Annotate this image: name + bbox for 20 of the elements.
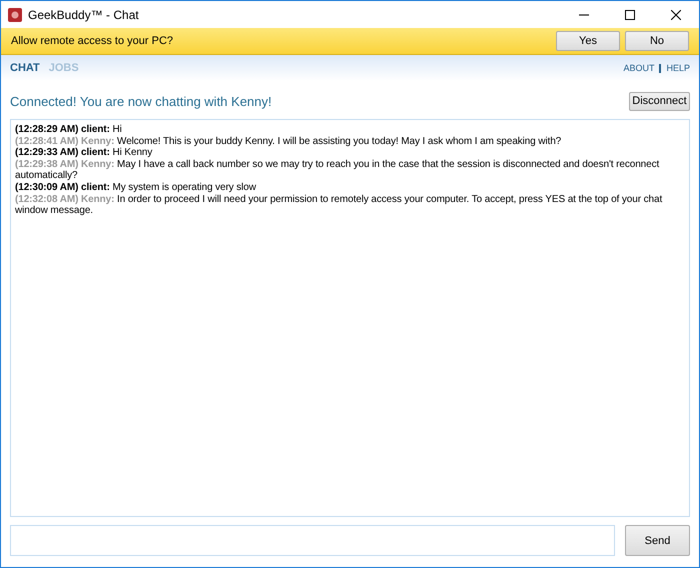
nav-link[interactable]: HELP [666, 63, 690, 73]
chat-message: (12:28:29 AM) client: Hi [15, 124, 123, 136]
chat-message: (12:32:08 AM) Kenny: In order to proceed I will need your permission to remotely access your computer. To accept, press YES at the top of your chat window message. [15, 194, 664, 217]
message-input[interactable] [10, 525, 615, 556]
window-title: GeekBuddy™ - Chat [28, 8, 140, 22]
disconnect-button[interactable]: Disconnect [629, 92, 690, 110]
chat-message: (12:30:09 AM) client: My system is operating very slow [15, 182, 257, 194]
chat-message: (12:29:33 AM) client: Hi Kenny [15, 147, 154, 159]
chat-message: (12:29:38 AM) Kenny: May I have a call back number so we may try to reach you in the case that the session is disconnected and doesn't reconnect automatically? [15, 158, 660, 182]
prompt-button[interactable]: Yes [556, 31, 620, 51]
send-button[interactable]: Send [625, 525, 690, 556]
close-icon [671, 10, 681, 20]
app-logo-icon [8, 8, 22, 22]
connection-status: Connected! You are now chatting with Kenny! [10, 94, 272, 108]
nav-tab[interactable]: CHAT [10, 62, 40, 74]
nav-link[interactable]: ABOUT [623, 63, 654, 73]
remote-access-prompt: Allow remote access to your PC? [11, 35, 174, 47]
prompt-button[interactable]: No [625, 31, 689, 51]
maximize-icon [625, 10, 635, 20]
chat-message: (12:28:41 AM) Kenny: Welcome! This is your buddy Kenny. I will be assisting you today! May I ask whom I am speaking with? [15, 136, 562, 148]
